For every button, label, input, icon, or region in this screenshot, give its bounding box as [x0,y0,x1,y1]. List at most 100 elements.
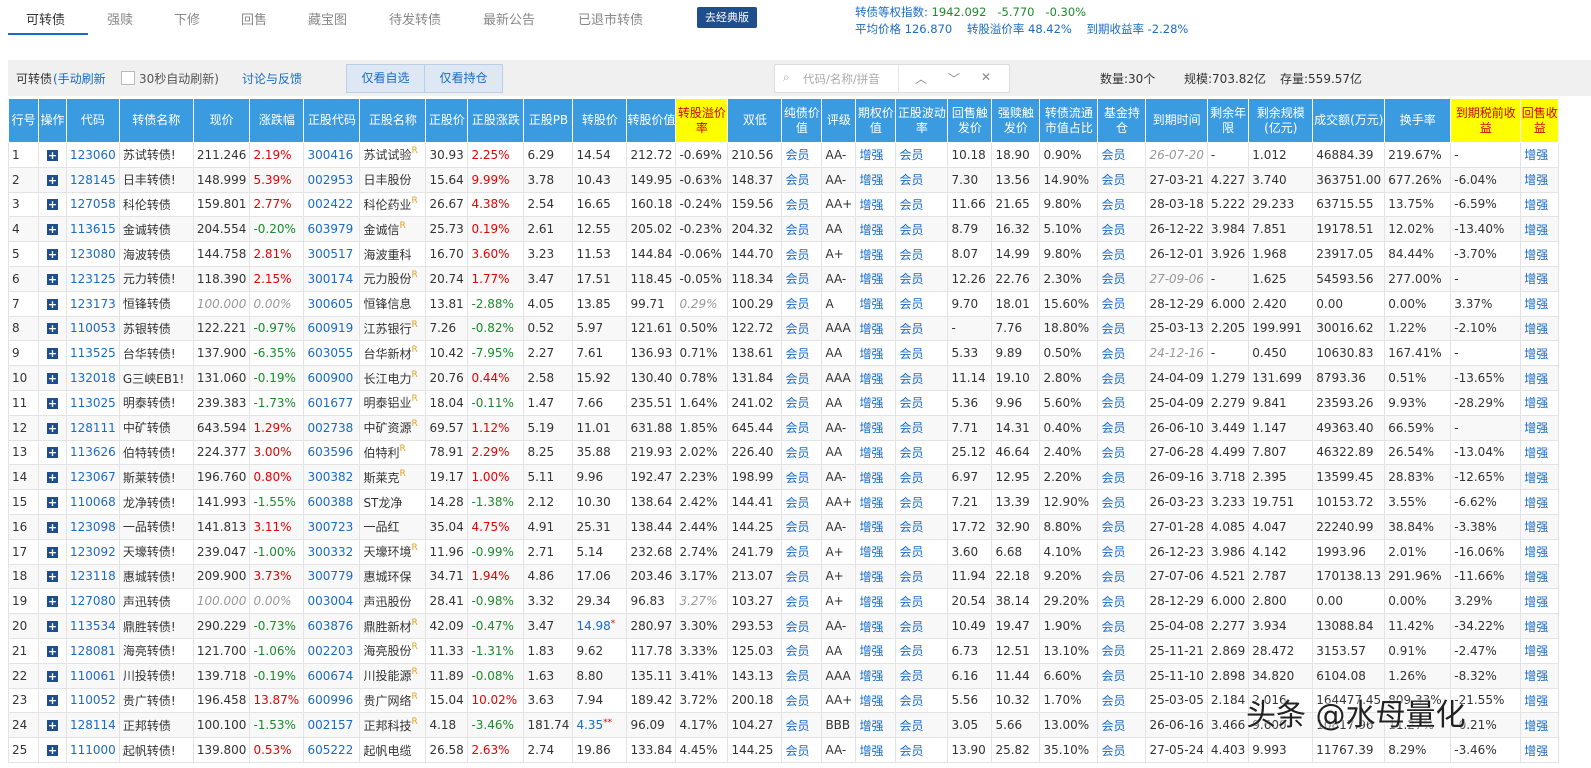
table-cell[interactable]: 元力股份R [359,265,427,292]
add-watchlist-icon[interactable]: + [47,174,58,186]
table-cell[interactable]: 正邦转债 [118,712,194,739]
table-cell[interactable]: 天壕环境R [359,538,427,565]
table-cell[interactable]: 132018 [66,365,120,391]
table-cell[interactable]: 会员 [781,737,823,763]
table-cell[interactable]: 声迅转债 [118,588,194,615]
table-row[interactable]: 13 +113626 伯特转债! 224.377 3.00% 603596 伯特利R 78.9… [8,439,1560,466]
table-cell[interactable]: 恒锋信息 [359,290,427,317]
table-cell[interactable]: 增强 [1520,315,1560,342]
table-cell[interactable]: 113025 [66,389,120,416]
table-cell[interactable]: 会员 [781,588,823,615]
table-cell[interactable]: 增强 [1520,414,1560,441]
column-header[interactable]: 到期税前收益 [1450,98,1522,143]
table-row[interactable]: 2 +128145 日丰转债! 148.999 5.39% 002953 日丰股份 15.64… [8,166,1560,193]
table-cell[interactable]: 鼎胜转债! [118,613,194,639]
table-row[interactable]: 5 +123080 海波转债 144.758 2.81% 300517 海波重科 16.70 3… [8,241,1560,267]
column-header[interactable]: 回售触发价 [947,98,993,143]
column-header[interactable]: 纯债价值 [781,98,823,143]
table-cell[interactable]: 斯莱转债! [118,464,194,491]
table-cell[interactable]: 600919 [303,315,361,342]
add-watchlist-icon[interactable]: + [47,571,58,583]
column-header[interactable]: 评级 [821,98,857,143]
table-cell[interactable]: 会员 [1097,613,1147,639]
table-cell[interactable]: 会员 [1097,241,1147,267]
tab-pending-issue[interactable]: 待发转债 [389,9,441,28]
tab-convertible[interactable]: 可转债 [26,9,65,28]
column-header[interactable]: 回售收益 [1520,98,1560,143]
add-watchlist-icon[interactable]: + [47,348,58,360]
table-cell[interactable]: 增强 [1520,712,1560,739]
classic-version-button[interactable]: 去经典版 [697,7,757,28]
table-cell[interactable]: 增强 [855,687,897,714]
add-watchlist-icon[interactable]: + [47,224,58,236]
add-watchlist-icon[interactable]: + [47,745,58,757]
table-cell[interactable]: 110061 [66,662,120,689]
table-cell[interactable]: 会员 [781,613,823,639]
only-holdings-button[interactable]: 仅看持仓 [424,64,503,93]
table-cell[interactable]: 111000 [66,737,120,763]
table-cell[interactable]: 003004 [303,588,361,615]
add-watchlist-icon[interactable]: + [47,249,58,261]
tab-put-back[interactable]: 回售 [241,9,267,28]
table-cell[interactable]: 600674 [303,662,361,689]
column-header[interactable]: 转债流通市值占比 [1039,98,1099,143]
table-row[interactable]: 20 +113534 鼎胜转债! 290.229 -0.73% 603876 鼎胜新材R 42… [8,613,1560,639]
column-header[interactable]: 现价 [192,98,251,143]
table-row[interactable]: 1 +123060 苏试转债! 211.246 2.19% 300416 苏试试验R 30.9… [8,142,1560,168]
table-cell[interactable]: 002203 [303,637,361,664]
table-cell[interactable]: 605222 [303,737,361,763]
table-cell[interactable]: 会员 [895,464,949,491]
table-cell[interactable]: 会员 [781,365,823,391]
table-row[interactable]: 10 +132018 G三峡EB1! 131.060 -0.19% 600900 长江电力R… [8,365,1560,391]
table-cell[interactable]: 会员 [781,340,823,367]
table-cell[interactable]: 会员 [1097,365,1147,391]
table-cell[interactable]: 增强 [855,414,897,441]
table-cell[interactable]: 128111 [66,414,120,441]
table-cell[interactable]: 会员 [895,588,949,615]
table-cell[interactable]: 会员 [895,712,949,739]
auto-refresh-checkbox[interactable] [121,71,135,85]
table-cell[interactable]: 增强 [1520,538,1560,565]
add-watchlist-icon[interactable]: + [47,596,58,608]
table-cell[interactable]: 增强 [1520,365,1560,391]
table-cell[interactable]: ST龙净 [359,489,427,515]
column-header[interactable]: 正股PB [523,98,574,143]
table-row[interactable]: 25 +111000 起帆转债! 139.800 0.53% 605222 起帆电缆 26.5… [8,737,1560,763]
table-cell[interactable]: 127058 [66,191,120,218]
table-cell[interactable]: 龙净转债! [118,489,194,515]
add-watchlist-icon[interactable]: + [47,447,58,459]
table-cell[interactable]: 603876 [303,613,361,639]
table-cell[interactable]: 会员 [895,340,949,367]
clear-icon[interactable]: ✕ [981,70,991,84]
table-cell[interactable]: 会员 [1097,464,1147,491]
column-header[interactable]: 正股名称 [359,98,427,143]
add-watchlist-icon[interactable]: + [47,422,58,434]
table-cell[interactable]: 128081 [66,637,120,664]
table-cell[interactable]: 增强 [855,166,897,193]
table-cell[interactable]: 伯特利R [359,439,427,466]
add-watchlist-icon[interactable]: + [47,323,58,335]
add-watchlist-icon[interactable]: + [47,695,58,707]
table-cell[interactable]: 会员 [895,687,949,714]
table-cell[interactable]: 会员 [895,737,949,763]
table-cell[interactable]: 会员 [895,216,949,243]
table-cell[interactable]: 会员 [895,191,949,218]
table-cell[interactable]: 123173 [66,290,120,317]
table-cell[interactable]: 603979 [303,216,361,243]
table-cell[interactable]: 113626 [66,439,120,466]
table-cell[interactable]: 增强 [1520,637,1560,664]
column-header[interactable]: 剩余规模(亿元) [1248,98,1314,143]
table-cell[interactable]: 增强 [855,191,897,218]
table-cell[interactable]: 会员 [1097,563,1147,590]
table-cell[interactable]: 会员 [895,290,949,317]
table-cell[interactable]: 川投转债! [118,662,194,689]
table-cell[interactable]: 002738 [303,414,361,441]
table-cell[interactable]: 会员 [781,414,823,441]
table-row[interactable]: 16 +123098 一品转债! 141.813 3.11% 300723 一品红 35.04… [8,513,1560,540]
add-watchlist-icon[interactable]: + [47,720,58,732]
table-cell[interactable]: 增强 [1520,489,1560,515]
table-cell[interactable]: 斯莱克R [359,464,427,491]
table-cell[interactable]: 123067 [66,464,120,491]
table-cell[interactable]: 会员 [781,439,823,466]
table-cell[interactable]: 增强 [1520,340,1560,367]
